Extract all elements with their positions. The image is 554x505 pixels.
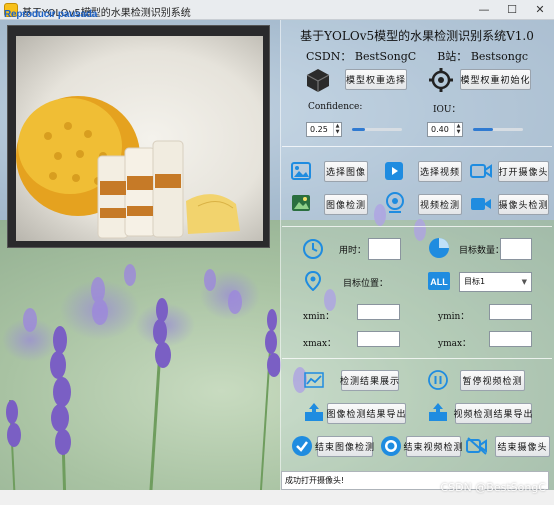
time-label: 用时： — [339, 246, 367, 256]
iou-spinbox[interactable]: 0.40 ▲ ▼ — [427, 122, 463, 137]
pause-video-button[interactable]: 暂停视频检测 — [460, 370, 525, 391]
author-info: CSDN： BestSongC B站： Bestsongc — [283, 48, 551, 64]
iou-value: 0.40 — [431, 125, 449, 134]
camera-icon — [471, 198, 491, 210]
confidence-label: Confidence: — [308, 102, 363, 112]
divider — [282, 226, 552, 227]
video-play-icon — [385, 162, 403, 180]
xmax-display — [357, 331, 400, 347]
bilibili-label: B站： — [437, 50, 468, 63]
confidence-slider[interactable] — [352, 128, 402, 131]
cube-icon — [306, 69, 330, 92]
select-weights-button[interactable]: 模型权重选择 — [345, 69, 407, 90]
watermark: CSDN @BestSongC — [440, 481, 546, 494]
page-title: 基于YOLOv5模型的水果检测识别系统V1.0 — [300, 29, 534, 43]
csdn-value: BestSongC — [354, 50, 417, 63]
status-message: 成功打开摄像头! — [285, 476, 345, 485]
stop-icon — [381, 436, 401, 456]
divider — [282, 358, 552, 359]
target-count-display — [500, 238, 532, 260]
ymin-label: ymin： — [438, 312, 470, 322]
target-select[interactable]: 目标1 ▼ — [459, 272, 532, 292]
pause-icon — [428, 370, 448, 390]
logo-text: Reproducir pausada — [4, 9, 98, 20]
camera-off-icon — [466, 437, 487, 455]
time-display — [368, 238, 401, 260]
gear-icon — [429, 68, 453, 92]
ymax-display — [489, 331, 532, 347]
pie-chart-icon — [429, 238, 449, 258]
image-icon — [291, 162, 311, 180]
target-position-label: 目标位置： — [343, 279, 389, 289]
image-display — [7, 25, 270, 248]
webcam-icon — [386, 192, 404, 213]
line-chart-icon — [304, 372, 324, 388]
all-icon: ALL — [428, 272, 450, 290]
upload-icon — [305, 403, 323, 421]
ymin-display — [489, 304, 532, 320]
photo-icon — [292, 195, 310, 211]
confidence-value: 0.25 — [310, 125, 328, 134]
chevron-down-icon: ▼ — [521, 278, 527, 286]
spin-arrows-icon[interactable]: ▲ ▼ — [454, 123, 462, 136]
xmax-label: xmax： — [303, 339, 337, 349]
xmin-label: xmin： — [303, 312, 335, 322]
location-pin-icon — [305, 271, 321, 291]
close-button[interactable]: ✕ — [526, 0, 554, 20]
minimize-button[interactable]: — — [470, 0, 498, 20]
end-camera-button[interactable]: 结束摄像头 — [495, 436, 550, 457]
init-weights-button[interactable]: 模型权重初始化 — [460, 69, 531, 90]
csdn-label: CSDN： — [305, 50, 352, 63]
svg-text:ALL: ALL — [430, 277, 448, 287]
iou-slider[interactable] — [473, 128, 523, 131]
video-detect-button[interactable]: 视频检测 — [418, 194, 462, 215]
ymax-label: ymax： — [438, 339, 472, 349]
title-bar: 基于YOLOv5模型的水果检测识别系统 Reproducir pausada —… — [0, 0, 554, 20]
divider — [282, 146, 552, 147]
open-camera-button[interactable]: 打开摄像头 — [498, 161, 549, 182]
end-image-detect-button[interactable]: 结束图像检测 — [315, 436, 374, 457]
confidence-spinbox[interactable]: 0.25 ▲ ▼ — [306, 122, 342, 137]
spin-arrows-icon[interactable]: ▲ ▼ — [333, 123, 341, 136]
bilibili-value: Bestsongc — [470, 50, 529, 63]
upload-icon — [429, 403, 447, 421]
maximize-button[interactable]: ☐ — [498, 0, 526, 20]
check-circle-icon — [292, 436, 312, 456]
clock-icon — [303, 239, 323, 259]
select-video-button[interactable]: 选择视频 — [418, 161, 462, 182]
end-video-detect-button[interactable]: 结束视频检测 — [404, 436, 463, 457]
xmin-display — [357, 304, 400, 320]
export-image-results-button[interactable]: 图像检测结果导出 — [327, 403, 406, 424]
show-results-button[interactable]: 检测结果展示 — [340, 370, 399, 391]
fruit-photo — [16, 96, 240, 239]
camera-detect-button[interactable]: 摄像头检测 — [498, 194, 549, 215]
target-select-value: 目标1 — [464, 277, 486, 286]
image-detect-button[interactable]: 图像检测 — [324, 194, 368, 215]
iou-slider-fill — [473, 128, 493, 131]
select-image-button[interactable]: 选择图像 — [324, 161, 368, 182]
confidence-slider-fill — [352, 128, 365, 131]
iou-label: IOU： — [433, 105, 461, 115]
camera-icon — [470, 164, 492, 178]
export-video-results-button[interactable]: 视频检测结果导出 — [454, 403, 533, 424]
target-count-label: 目标数量： — [459, 246, 505, 256]
